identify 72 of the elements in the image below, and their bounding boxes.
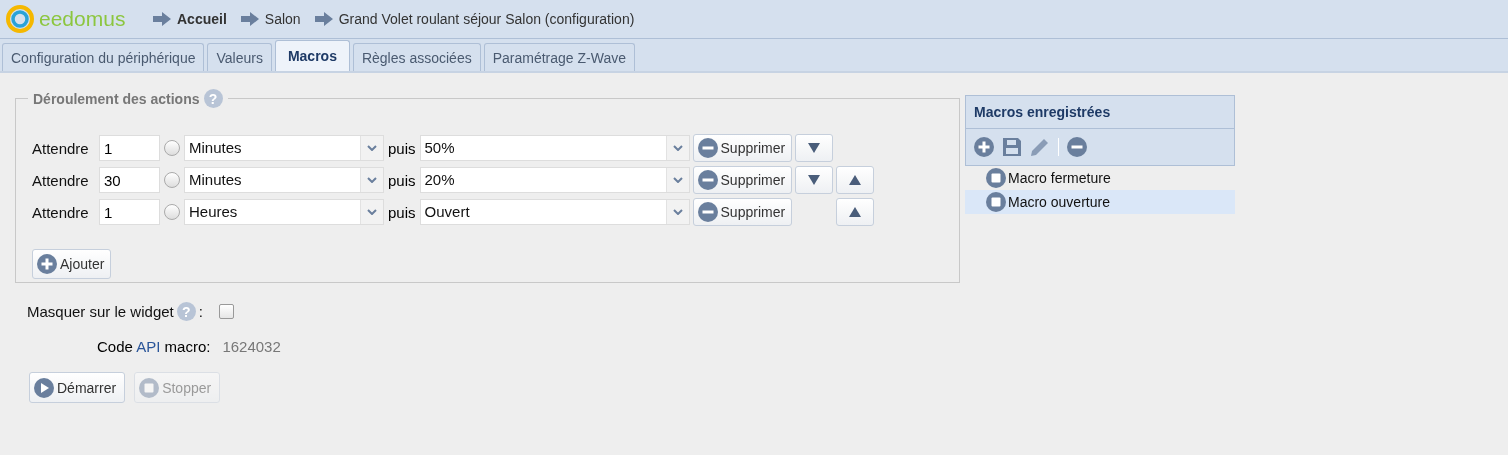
api-link[interactable]: API (136, 338, 161, 355)
stop-icon (986, 192, 1006, 212)
macro-item[interactable]: Macro fermeture (965, 166, 1235, 190)
unit-dropdown[interactable]: Minutes (184, 135, 384, 161)
play-icon (34, 377, 54, 398)
api-code-label: Code API macro: (97, 338, 211, 355)
delay-input[interactable]: 30 (99, 167, 160, 193)
radio-button[interactable] (164, 204, 180, 220)
wait-label: Attendre (32, 203, 90, 221)
macro-item[interactable]: Macro ouverture (965, 190, 1235, 214)
chevron-down-icon (367, 145, 377, 151)
tab[interactable]: Paramétrage Z-Wave (483, 43, 635, 71)
delete-button[interactable]: Supprimer (692, 198, 793, 226)
move-up-button[interactable] (836, 166, 875, 194)
action-dropdown[interactable]: 50% (419, 135, 690, 161)
move-down-button[interactable] (795, 166, 834, 194)
chevron-down-icon (367, 209, 377, 215)
tab[interactable]: Valeurs (207, 43, 272, 71)
wait-label: Attendre (32, 171, 90, 189)
logo-icon (5, 4, 35, 34)
hide-widget-label: Masquer sur le widget (27, 303, 174, 320)
tab[interactable]: Macros (274, 40, 350, 71)
action-dropdown[interactable]: Ouvert (419, 199, 690, 225)
triangle-down-icon (808, 143, 821, 153)
chevron-down-icon (367, 177, 377, 183)
save-icon[interactable] (1002, 137, 1022, 157)
triangle-up-icon (849, 175, 862, 185)
logo-text: eedomus (39, 7, 126, 31)
arrow-icon (153, 12, 171, 26)
stop-icon (986, 168, 1006, 188)
hide-widget-checkbox[interactable] (218, 304, 234, 319)
minus-icon (697, 202, 718, 222)
chevron-down-icon (672, 177, 683, 183)
delay-input[interactable]: 1 (99, 199, 160, 225)
stop-icon (139, 377, 160, 398)
section-title: Déroulement des actions (33, 90, 200, 107)
arrow-icon (240, 12, 259, 26)
action-dropdown[interactable]: 20% (419, 167, 690, 193)
then-label: puis (387, 203, 417, 221)
breadcrumb-link[interactable]: Grand Volet roulant séjour Salon (configuration) (338, 11, 635, 27)
breadcrumb-link[interactable]: Accueil (177, 11, 227, 27)
then-label: puis (387, 139, 417, 157)
tab[interactable]: Règles associées (352, 43, 481, 71)
move-down-button[interactable] (795, 134, 834, 162)
panel-title: Macros enregistrées (965, 95, 1235, 129)
add-button[interactable]: Ajouter (32, 249, 112, 279)
start-button[interactable]: Démarrer (29, 372, 126, 403)
api-code-value: 1624032 (222, 338, 281, 355)
delete-button[interactable]: Supprimer (692, 134, 793, 162)
arrow-icon (314, 12, 333, 26)
radio-button[interactable] (164, 140, 180, 156)
triangle-down-icon (808, 175, 821, 185)
breadcrumb-link[interactable]: Salon (264, 11, 301, 27)
colon-label: : (198, 303, 203, 320)
tab[interactable]: Configuration du périphérique (2, 43, 205, 71)
unit-dropdown[interactable]: Heures (184, 199, 384, 225)
radio-button[interactable] (164, 172, 180, 188)
chevron-down-icon (672, 145, 683, 151)
remove-icon[interactable] (1067, 137, 1087, 157)
delay-input[interactable]: 1 (99, 135, 160, 161)
delete-button[interactable]: Supprimer (692, 166, 793, 194)
plus-icon (37, 254, 57, 274)
minus-icon (697, 138, 718, 158)
then-label: puis (387, 171, 417, 189)
chevron-down-icon (672, 209, 683, 215)
add-icon[interactable] (974, 137, 994, 157)
pencil-icon[interactable] (1030, 137, 1050, 157)
triangle-up-icon (849, 207, 862, 217)
move-up-button[interactable] (836, 198, 875, 226)
unit-dropdown[interactable]: Minutes (184, 167, 384, 193)
minus-icon (697, 170, 718, 190)
wait-label: Attendre (32, 139, 90, 157)
